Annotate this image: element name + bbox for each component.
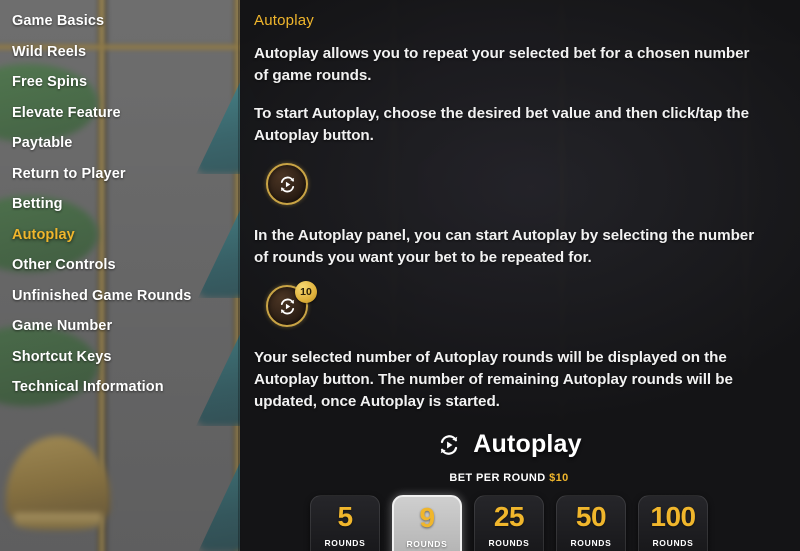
sidebar-item-unfinished-game-rounds[interactable]: Unfinished Game Rounds (12, 281, 240, 312)
autoplay-panel: Autoplay BET PER ROUND $10 5ROUNDS$509RO… (252, 430, 766, 551)
rounds-option-unit: ROUNDS (488, 537, 530, 548)
rounds-option-unit: ROUNDS (324, 537, 366, 548)
sidebar-item-game-number[interactable]: Game Number (12, 311, 240, 342)
sidebar-item-shortcut-keys[interactable]: Shortcut Keys (12, 342, 240, 373)
paragraph-autoplay-intro: Autoplay allows you to repeat your selec… (254, 45, 750, 84)
rounds-remaining-badge: 10 (295, 281, 317, 304)
sidebar-item-paytable[interactable]: Paytable (12, 128, 240, 159)
sidebar-item-autoplay[interactable]: Autoplay (12, 220, 240, 251)
autoplay-loop-icon (280, 298, 294, 315)
autoplay-icon-button-wrapper (266, 163, 312, 209)
paragraph-start-autoplay: To start Autoplay, choose the desired be… (254, 105, 749, 144)
sidebar-item-wild-reels[interactable]: Wild Reels (12, 37, 240, 68)
autoplay-loop-icon (280, 176, 294, 193)
rounds-option-unit: ROUNDS (652, 537, 694, 548)
autoplay-icon-button[interactable] (266, 163, 308, 206)
rounds-option-count: 9 (419, 501, 435, 533)
paragraph-autoplay-panel: In the Autoplay panel, you can start Aut… (254, 227, 755, 266)
page-title: Autoplay (254, 12, 314, 29)
rounds-option-100[interactable]: 100ROUNDS$1,000 (638, 494, 708, 551)
bet-per-round-value: $10 (549, 471, 569, 484)
sidebar-item-game-basics[interactable]: Game Basics (12, 6, 240, 37)
rounds-option-5[interactable]: 5ROUNDS$50 (310, 494, 380, 551)
sidebar-item-technical-information[interactable]: Technical Information (12, 372, 240, 403)
rounds-option-count: 50 (575, 500, 607, 532)
autoplay-button-label: Autoplay (473, 430, 582, 459)
rounds-option-50[interactable]: 50ROUNDS$500 (556, 494, 626, 551)
sidebar-item-other-controls[interactable]: Other Controls (12, 250, 240, 281)
help-content-panel: Autoplay Autoplay allows you to repeat y… (240, 0, 800, 551)
bet-per-round-label: BET PER ROUND (449, 471, 546, 484)
bet-per-round: BET PER ROUND $10 (252, 472, 766, 484)
autoplay-loop-icon (440, 434, 458, 455)
sidebar-item-betting[interactable]: Betting (12, 189, 240, 220)
rounds-option-unit: ROUNDS (406, 538, 448, 549)
rounds-option-25[interactable]: 25ROUNDS$250 (474, 494, 544, 551)
rounds-option-count: 5 (337, 500, 353, 532)
autoplay-button[interactable]: Autoplay (436, 430, 582, 459)
rounds-option-unit: ROUNDS (570, 537, 612, 548)
rounds-option-9[interactable]: 9ROUNDS$90 (392, 494, 462, 551)
rounds-option-count: 25 (493, 500, 525, 532)
autoplay-icon-button-badged-wrapper: 10 (266, 281, 317, 331)
rounds-option-count: 100 (650, 500, 696, 532)
sidebar-item-return-to-player[interactable]: Return to Player (12, 159, 240, 190)
paragraph-rounds-display: Your selected number of Autoplay rounds … (254, 349, 733, 410)
sidebar-item-elevate-feature[interactable]: Elevate Feature (12, 98, 240, 129)
help-navigation-sidebar[interactable]: Game Basics Wild Reels Free Spins Elevate F… (0, 0, 240, 551)
sidebar-item-free-spins[interactable]: Free Spins (12, 67, 240, 98)
rounds-selector[interactable]: 5ROUNDS$509ROUNDS$9025ROUNDS$25050ROUNDS… (252, 494, 766, 551)
